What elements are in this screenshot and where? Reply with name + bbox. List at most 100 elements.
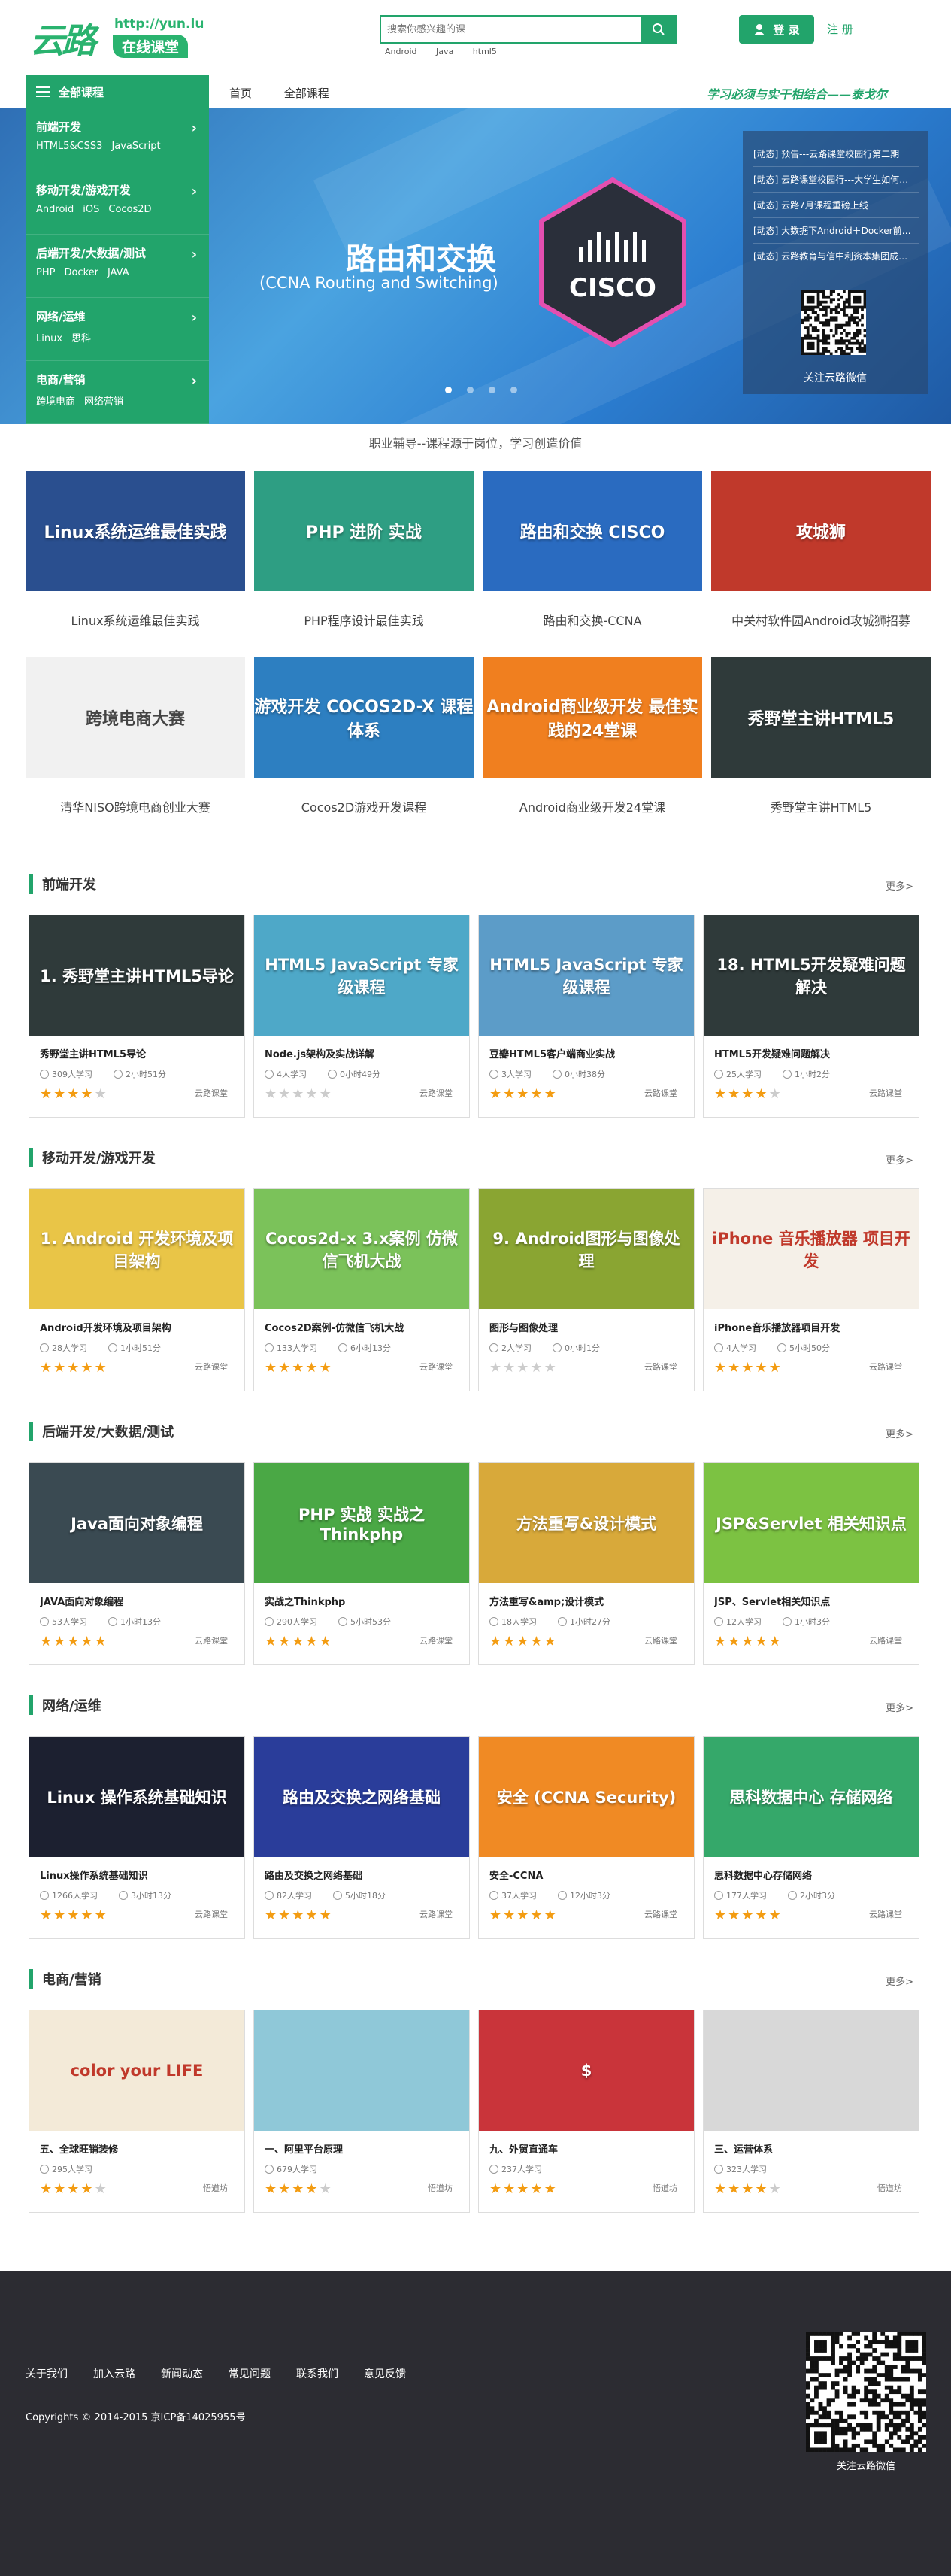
news-item[interactable]: [动态] 云路教育与信中利资本集团成…: [753, 244, 919, 269]
featured-caption[interactable]: 秀野堂主讲HTML5: [711, 797, 931, 815]
featured-image[interactable]: 攻城狮: [711, 471, 931, 591]
course-name[interactable]: 豆瓣HTML5客户端商业实战: [489, 1046, 683, 1060]
course-name[interactable]: 思科数据中心存储网络: [714, 1868, 908, 1882]
slider-dot[interactable]: [445, 387, 452, 393]
course-card[interactable]: 一、阿里平台原理 679人学习 ★★★★★ 悟道坊: [253, 2010, 470, 2213]
nav-link-home[interactable]: 首页: [229, 86, 252, 100]
course-thumbnail[interactable]: [254, 2010, 469, 2131]
featured-card[interactable]: Android商业级开发 最佳实践的24堂课 Android商业级开发24堂课: [483, 657, 702, 844]
course-card[interactable]: HTML5 JavaScript 专家级课程 Node.js架构及实战详解 4人学习…: [253, 915, 470, 1118]
featured-card[interactable]: 游戏开发 COCOS2D-X 课程体系 Cocos2D游戏开发课程: [254, 657, 474, 844]
footer-link[interactable]: 加入云路: [93, 2368, 135, 2380]
category-sub-link[interactable]: iOS: [83, 204, 99, 215]
hot-keyword[interactable]: html5: [473, 47, 497, 56]
all-courses-toggle[interactable]: 全部课程: [26, 75, 209, 108]
footer-link[interactable]: 常见问题: [229, 2368, 271, 2380]
course-name[interactable]: 安全-CCNA: [489, 1868, 683, 1882]
category-item[interactable]: 电商/营销 跨境电商 网络营销 ›: [26, 361, 209, 424]
more-link[interactable]: 更多>: [886, 1700, 913, 1714]
course-thumbnail[interactable]: Linux 操作系统基础知识: [29, 1737, 244, 1857]
featured-card[interactable]: Linux系统运维最佳实践 Linux系统运维最佳实践: [26, 471, 245, 657]
news-item[interactable]: [动态] 云路课堂校园行---大学生如何…: [753, 167, 919, 193]
course-name[interactable]: 一、阿里平台原理: [265, 2141, 459, 2156]
news-item[interactable]: [动态] 云路7月课程重磅上线: [753, 193, 919, 218]
course-thumbnail[interactable]: Java面向对象编程: [29, 1463, 244, 1583]
course-thumbnail[interactable]: JSP&Servlet 相关知识点: [704, 1463, 919, 1583]
category-sub-link[interactable]: 思科: [71, 333, 91, 344]
course-card[interactable]: 1. 秀野堂主讲HTML5导论 秀野堂主讲HTML5导论 309人学习 2小时51分 ★…: [29, 915, 245, 1118]
course-card[interactable]: iPhone 音乐播放器 项目开发 iPhone音乐播放器项目开发 4人学习 5小时5…: [703, 1188, 919, 1391]
course-card[interactable]: HTML5 JavaScript 专家级课程 豆瓣HTML5客户端商业实战 3人学习…: [478, 915, 695, 1118]
course-name[interactable]: Cocos2D案例-仿微信飞机大战: [265, 1320, 459, 1334]
course-name[interactable]: 路由及交换之网络基础: [265, 1868, 459, 1882]
course-card[interactable]: Linux 操作系统基础知识 Linux操作系统基础知识 1266人学习 3小时13分…: [29, 1736, 245, 1939]
category-sub-link[interactable]: Cocos2D: [108, 204, 151, 215]
hot-keyword[interactable]: Java: [436, 47, 453, 56]
category-sub-link[interactable]: PHP: [36, 267, 55, 278]
hero-banner[interactable]: 前端开发 HTML5&CSS3 JavaScript › 移动开发/游戏开发 Androi…: [0, 108, 951, 424]
course-card[interactable]: 路由及交换之网络基础 路由及交换之网络基础 82人学习 5小时18分 ★★★★★ 云路课堂: [253, 1736, 470, 1939]
category-sub-link[interactable]: 跨境电商: [36, 396, 75, 408]
more-link[interactable]: 更多>: [886, 878, 913, 893]
featured-caption[interactable]: Linux系统运维最佳实践: [26, 611, 245, 629]
course-thumbnail[interactable]: [704, 2010, 919, 2131]
course-name[interactable]: JAVA面向对象编程: [40, 1594, 234, 1608]
featured-image[interactable]: Linux系统运维最佳实践: [26, 471, 245, 591]
search-input[interactable]: [381, 17, 641, 42]
more-link[interactable]: 更多>: [886, 1152, 913, 1167]
course-name[interactable]: Android开发环境及项目架构: [40, 1320, 234, 1334]
course-name[interactable]: 实战之Thinkphp: [265, 1594, 459, 1608]
footer-link[interactable]: 意见反馈: [364, 2368, 406, 2380]
more-link[interactable]: 更多>: [886, 1426, 913, 1440]
course-card[interactable]: JSP&Servlet 相关知识点 JSP、Servlet相关知识点 12人学习 1小…: [703, 1462, 919, 1665]
course-card[interactable]: 三、运营体系 323人学习 ★★★★★ 悟道坊: [703, 2010, 919, 2213]
category-item[interactable]: 移动开发/游戏开发 Android iOS Cocos2D ›: [26, 171, 209, 235]
slider-dot[interactable]: [510, 387, 517, 393]
course-thumbnail[interactable]: PHP 实战 实战之Thinkphp: [254, 1463, 469, 1583]
category-sub-link[interactable]: JAVA: [108, 267, 129, 278]
category-item[interactable]: 后端开发/大数据/测试 PHP Docker JAVA ›: [26, 235, 209, 298]
course-thumbnail[interactable]: HTML5 JavaScript 专家级课程: [254, 915, 469, 1036]
course-card[interactable]: 安全 (CCNA Security) 安全-CCNA 37人学习 12小时3分 ★★★★…: [478, 1736, 695, 1939]
category-sub-link[interactable]: Android: [36, 204, 74, 215]
course-card[interactable]: Cocos2d-x 3.x案例 仿微信飞机大战 Cocos2D案例-仿微信飞机大战…: [253, 1188, 470, 1391]
course-name[interactable]: 五、全球旺销装修: [40, 2141, 234, 2156]
course-name[interactable]: HTML5开发疑难问题解决: [714, 1046, 908, 1060]
featured-image[interactable]: PHP 进阶 实战: [254, 471, 474, 591]
site-logo[interactable]: 云路 http://yun.lu 在线课堂: [30, 14, 204, 61]
featured-caption[interactable]: Android商业级开发24堂课: [483, 797, 702, 815]
course-card[interactable]: Java面向对象编程 JAVA面向对象编程 53人学习 1小时13分 ★★★★★ 云路课堂: [29, 1462, 245, 1665]
featured-caption[interactable]: 路由和交换-CCNA: [483, 611, 702, 629]
course-thumbnail[interactable]: iPhone 音乐播放器 项目开发: [704, 1189, 919, 1309]
course-thumbnail[interactable]: $: [479, 2010, 694, 2131]
footer-link[interactable]: 新闻动态: [161, 2368, 203, 2380]
featured-caption[interactable]: 清华NISO跨境电商创业大赛: [26, 797, 245, 815]
course-card[interactable]: 1. Android 开发环境及项目架构 Android开发环境及项目架构 28人学…: [29, 1188, 245, 1391]
category-sub-link[interactable]: JavaScript: [111, 141, 160, 152]
hot-keyword[interactable]: Android: [385, 47, 417, 56]
course-name[interactable]: JSP、Servlet相关知识点: [714, 1594, 908, 1608]
featured-image[interactable]: 游戏开发 COCOS2D-X 课程体系: [254, 657, 474, 778]
course-name[interactable]: 九、外贸直通车: [489, 2141, 683, 2156]
category-sub-link[interactable]: 网络营销: [84, 396, 123, 408]
course-thumbnail[interactable]: 安全 (CCNA Security): [479, 1737, 694, 1857]
footer-link[interactable]: 联系我们: [296, 2368, 338, 2380]
category-sub-link[interactable]: Docker: [64, 267, 98, 278]
course-card[interactable]: 思科数据中心 存储网络 思科数据中心存储网络 177人学习 2小时3分 ★★★★★ 云路课…: [703, 1736, 919, 1939]
news-item[interactable]: [动态] 大数据下Android＋Docker前…: [753, 218, 919, 244]
category-sub-link[interactable]: Linux: [36, 333, 62, 344]
category-item[interactable]: 网络/运维 Linux 思科 ›: [26, 298, 209, 361]
slider-dot[interactable]: [489, 387, 495, 393]
nav-link-all-courses[interactable]: 全部课程: [284, 86, 329, 100]
featured-caption[interactable]: PHP程序设计最佳实践: [254, 611, 474, 629]
featured-card[interactable]: PHP 进阶 实战 PHP程序设计最佳实践: [254, 471, 474, 657]
course-card[interactable]: $ 九、外贸直通车 237人学习 ★★★★★ 悟道坊: [478, 2010, 695, 2213]
featured-image[interactable]: 秀野堂主讲HTML5: [711, 657, 931, 778]
course-card[interactable]: 9. Android图形与图像处理 图形与图像处理 2人学习 0小时1分 ★★★★★ 云路…: [478, 1188, 695, 1391]
course-thumbnail[interactable]: Cocos2d-x 3.x案例 仿微信飞机大战: [254, 1189, 469, 1309]
course-name[interactable]: Linux操作系统基础知识: [40, 1868, 234, 1882]
course-thumbnail[interactable]: 18. HTML5开发疑难问题解决: [704, 915, 919, 1036]
search-button[interactable]: [641, 17, 676, 42]
course-thumbnail[interactable]: 9. Android图形与图像处理: [479, 1189, 694, 1309]
course-thumbnail[interactable]: 1. Android 开发环境及项目架构: [29, 1189, 244, 1309]
